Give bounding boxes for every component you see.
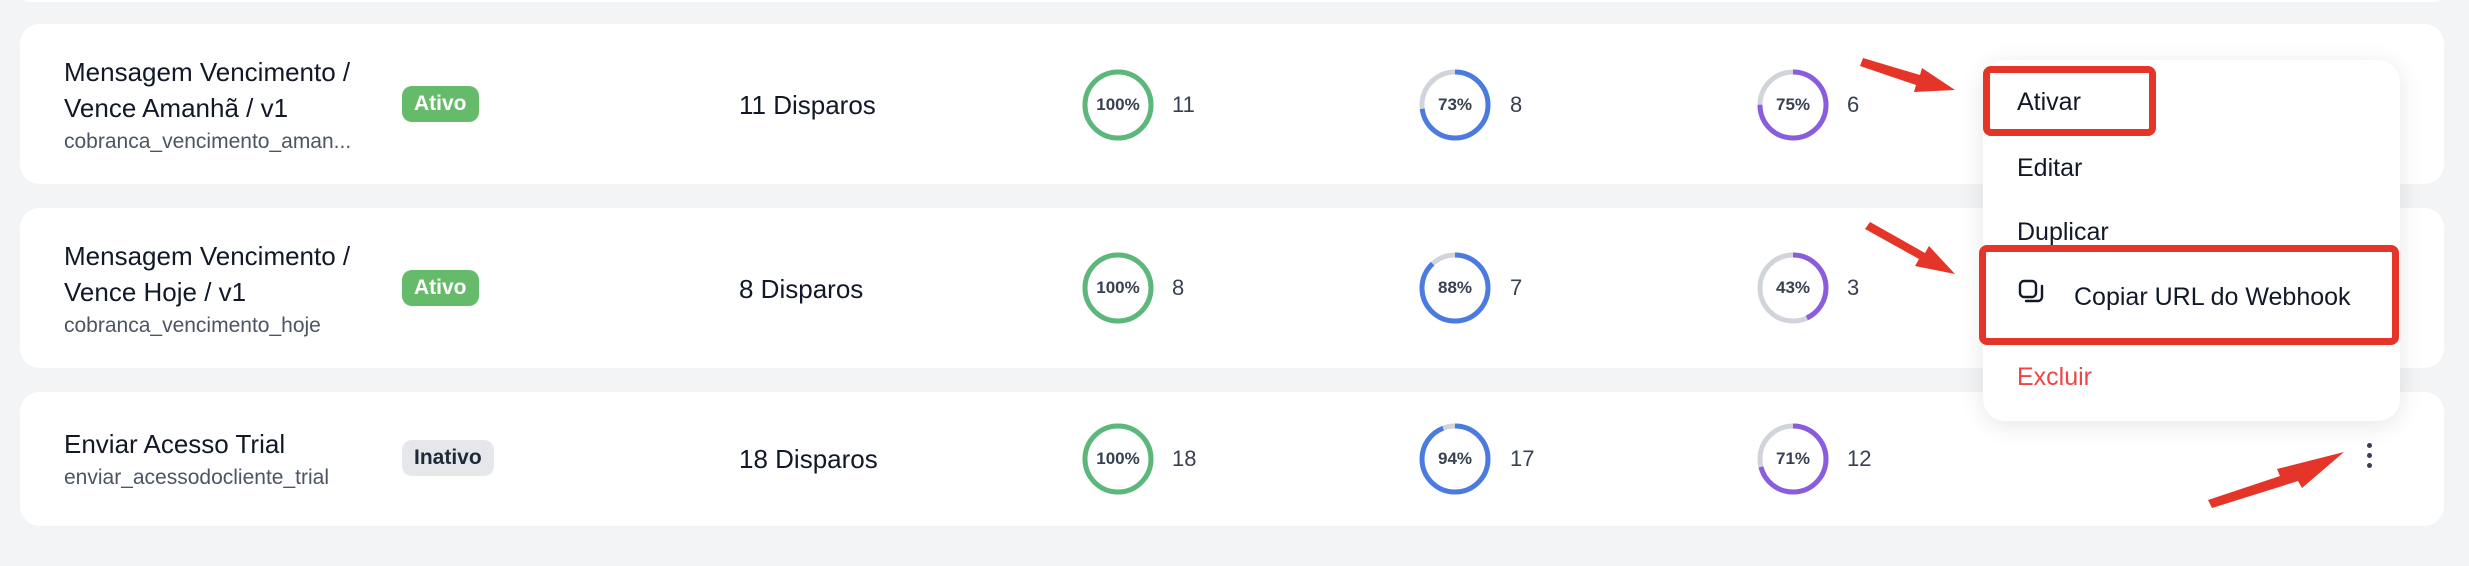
arrow-to-activate [1860, 58, 1955, 92]
arrow-to-copy-webhook [1865, 222, 1955, 274]
annotation-arrows [1860, 58, 2344, 508]
arrow-to-kebab [2208, 452, 2344, 508]
